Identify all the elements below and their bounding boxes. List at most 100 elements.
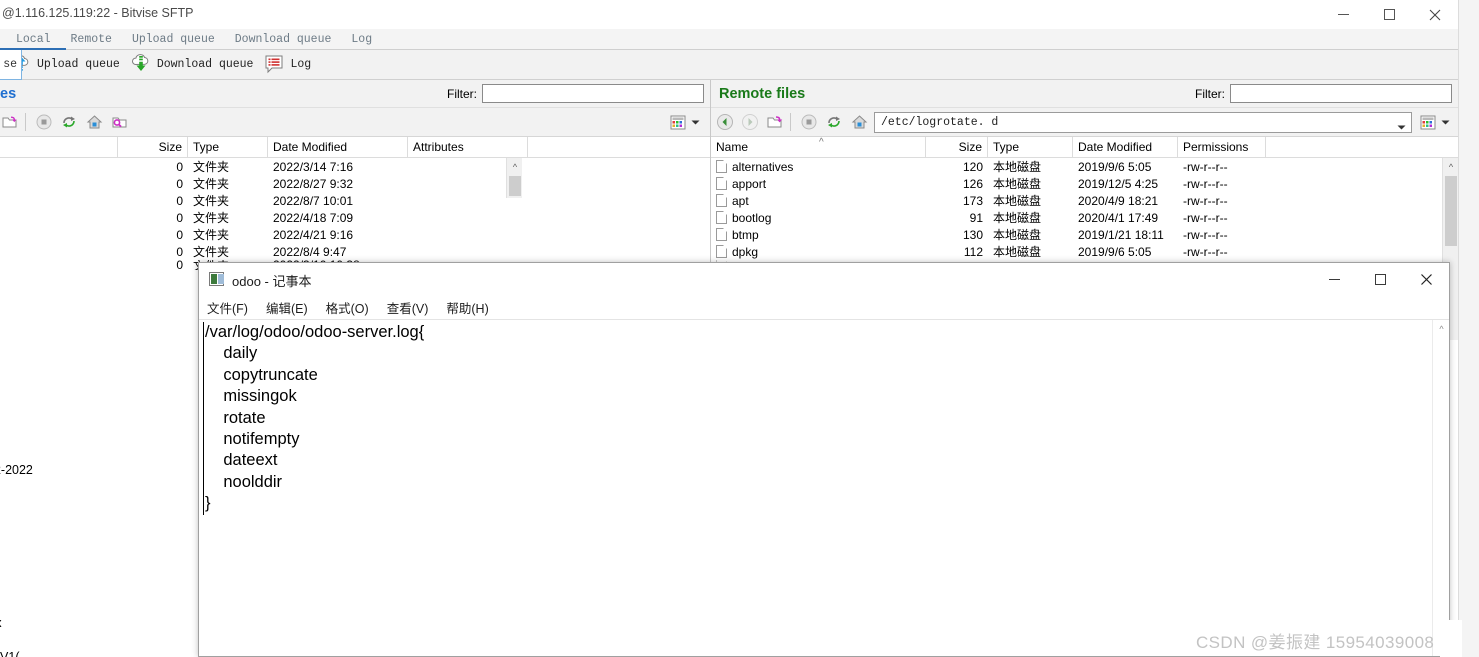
list-item[interactable]: d-代码开发命名规则及验收标准V2-2022 [0, 460, 33, 477]
remote-col-size[interactable]: Size [926, 137, 988, 157]
table-row[interactable]: bootlog 91 本地磁盘 2020/4/1 17:49 -rw-r--r-… [711, 209, 1458, 226]
notepad-minimize-button[interactable] [1311, 263, 1357, 295]
table-row[interactable]: 区 0 文件夹 2022/8/4 9:47 [0, 243, 710, 260]
menu-item-download-queue[interactable]: Download queue [225, 33, 342, 46]
local-open-folder-icon[interactable] [0, 111, 21, 133]
list-item[interactable]: 册 [0, 358, 12, 375]
list-item[interactable]: 委 [0, 341, 12, 358]
list-item[interactable]: UD中台产品手册ppt.pptx [0, 494, 12, 511]
local-row-date: 2022/8/7 10:01 [273, 193, 354, 208]
notepad-text-area[interactable]: /var/log/odoo/odoo-server.log{ daily cop… [199, 319, 1449, 656]
local-filter-input[interactable] [482, 84, 704, 103]
notepad-maximize-button[interactable] [1357, 263, 1403, 295]
local-refresh-icon[interactable] [58, 111, 80, 133]
remote-stop-icon[interactable] [798, 111, 820, 133]
list-item[interactable]: 州迁笔记本 - 快捷方式.lnk [0, 392, 12, 409]
list-item[interactable]: 期 [0, 375, 12, 392]
notepad-menu-format[interactable]: 格式(O) [326, 298, 369, 317]
scroll-up-icon[interactable]: ^ [507, 158, 523, 175]
remote-pane-toolbar: /etc/logrotate. d [711, 108, 1458, 137]
remote-col-date[interactable]: Date Modified [1073, 137, 1178, 157]
local-view-caret-icon[interactable] [688, 119, 702, 126]
local-col-date[interactable]: Date Modified [268, 137, 408, 157]
notepad-menu-file[interactable]: 文件(F) [207, 298, 248, 317]
list-item[interactable]: 开发 - 快捷方式.lnk [0, 511, 12, 528]
screen-root: 录 表 eX M 图 @1.116.125.119:22 - Bitvise S… [0, 0, 1479, 657]
local-row-size: 0 [176, 244, 183, 259]
local-view-mode-icon[interactable] [668, 112, 688, 132]
list-item[interactable]: 慧工地招标公告.doc [0, 630, 12, 647]
table-row[interactable]: 文章 0 文件夹 2022/4/21 9:16 [0, 226, 710, 243]
remote-path-field[interactable]: /etc/logrotate. d [874, 111, 1412, 134]
remote-back-icon[interactable] [714, 111, 736, 133]
notepad-content[interactable]: /var/log/odoo/odoo-server.log{ daily cop… [203, 322, 1431, 515]
notepad-menu-edit[interactable]: 编辑(E) [266, 298, 308, 317]
local-vertical-scrollbar[interactable]: ^ [506, 158, 522, 198]
remote-filter-input[interactable] [1230, 84, 1452, 103]
remote-open-folder-icon[interactable] [764, 111, 786, 133]
local-col-size[interactable]: Size [118, 137, 188, 157]
notepad-vertical-scrollbar[interactable]: ^ [1432, 320, 1449, 656]
list-item[interactable]: .ini [0, 443, 12, 460]
list-item[interactable]: 速浏览器.lnk [0, 409, 12, 426]
local-stop-icon[interactable] [33, 111, 55, 133]
notepad-menu-bar: 文件(F) 编辑(E) 格式(O) 查看(V) 帮助(H) [199, 295, 1449, 319]
list-item[interactable]: ffice.lnk [0, 579, 12, 596]
list-item[interactable]: 生财务.pptx - 快捷方式.lnk [0, 528, 12, 545]
toolbar-upload-queue[interactable]: Upload queue [10, 52, 120, 77]
local-col-type[interactable]: Type [188, 137, 268, 157]
local-home-icon[interactable] [83, 111, 105, 133]
list-item[interactable]: 集团下发通知设计-20220331.docx [0, 613, 12, 630]
table-row[interactable]: OSX 0 文件夹 2022/8/27 9:32 [0, 175, 710, 192]
remote-col-type[interactable]: Type [988, 137, 1073, 157]
table-row[interactable]: 销售订单审批 0 文件夹 2022/8/7 10:01 [0, 192, 710, 209]
background-browser-window[interactable]: 录 表 eX M 图 [1458, 0, 1479, 657]
list-item[interactable]: 年中总结-姜振建.pptx [0, 596, 12, 613]
notepad-menu-help[interactable]: 帮助(H) [446, 298, 488, 317]
close-button[interactable] [1412, 0, 1458, 29]
scroll-up-icon[interactable]: ^ [1443, 158, 1459, 175]
local-new-folder-icon[interactable] [108, 111, 130, 133]
local-row-type: 文件夹 [193, 228, 230, 242]
table-row[interactable]: 数字 0 文件夹 2022/4/18 7:09 [0, 209, 710, 226]
menu-item-upload-queue[interactable]: Upload queue [122, 33, 225, 46]
notepad-menu-view[interactable]: 查看(V) [387, 298, 429, 317]
menu-item-remote[interactable]: Remote [61, 33, 122, 46]
local-filter-group: Filter: [447, 84, 704, 103]
browse-tab-button[interactable]: se [0, 50, 22, 80]
minimize-button[interactable] [1320, 0, 1366, 29]
toolbar-download-queue[interactable]: Download queue [130, 52, 253, 77]
remote-row-permissions: -rw-r--r-- [1183, 210, 1228, 225]
remote-col-permissions[interactable]: Permissions [1178, 137, 1266, 157]
notepad-window[interactable]: odoo - 记事本 文件(F) 编辑(E) 格式(O) 查看(V) 帮助(H) [198, 262, 1450, 657]
table-row[interactable]: 出差 0 文件夹 2022/3/14 7:16 [0, 158, 710, 175]
remote-view-mode-icon[interactable] [1418, 112, 1438, 132]
local-row-size: 0 [176, 159, 183, 174]
remote-view-caret-icon[interactable] [1438, 119, 1452, 126]
local-col-name[interactable] [0, 137, 118, 157]
scrollbar-thumb[interactable] [509, 176, 521, 196]
toolbar-log[interactable]: Log [263, 52, 311, 77]
local-file-rows: 出差 0 文件夹 2022/3/14 7:16 OSX 0 文件夹 2022/8… [0, 158, 710, 271]
list-item[interactable]: Photoshop 2020.lnk [0, 426, 12, 443]
remote-path-chevron-down-icon[interactable] [1397, 120, 1406, 134]
remote-home-icon[interactable] [848, 111, 870, 133]
local-col-attributes[interactable]: Attributes [408, 137, 528, 157]
menu-item-local[interactable]: Local [6, 33, 61, 46]
notepad-close-button[interactable] [1403, 263, 1449, 295]
table-row[interactable]: dpkg 112 本地磁盘 2019/9/6 5:05 -rw-r--r-- [711, 243, 1458, 260]
remote-refresh-icon[interactable] [823, 111, 845, 133]
table-row[interactable]: apport 126 本地磁盘 2019/12/5 4:25 -rw-r--r-… [711, 175, 1458, 192]
remote-forward-icon[interactable] [739, 111, 761, 133]
table-row[interactable]: btmp 130 本地磁盘 2019/1/21 18:11 -rw-r--r-- [711, 226, 1458, 243]
table-row[interactable]: alternatives 120 本地磁盘 2019/9/6 5:05 -rw-… [711, 158, 1458, 175]
list-item[interactable]: x [0, 562, 12, 579]
list-item[interactable]: 科创走廊"六城"协同在线-方案汇报V1( [0, 647, 20, 657]
scrollbar-thumb[interactable] [1445, 176, 1457, 246]
list-item[interactable]: UD.vsdx [0, 477, 12, 494]
maximize-button[interactable] [1366, 0, 1412, 29]
menu-item-log[interactable]: Log [341, 33, 382, 46]
list-item[interactable]: n 4.lnk [0, 545, 12, 562]
table-row[interactable]: apt 173 本地磁盘 2020/4/9 18:21 -rw-r--r-- [711, 192, 1458, 209]
scroll-up-icon[interactable]: ^ [1433, 320, 1449, 337]
